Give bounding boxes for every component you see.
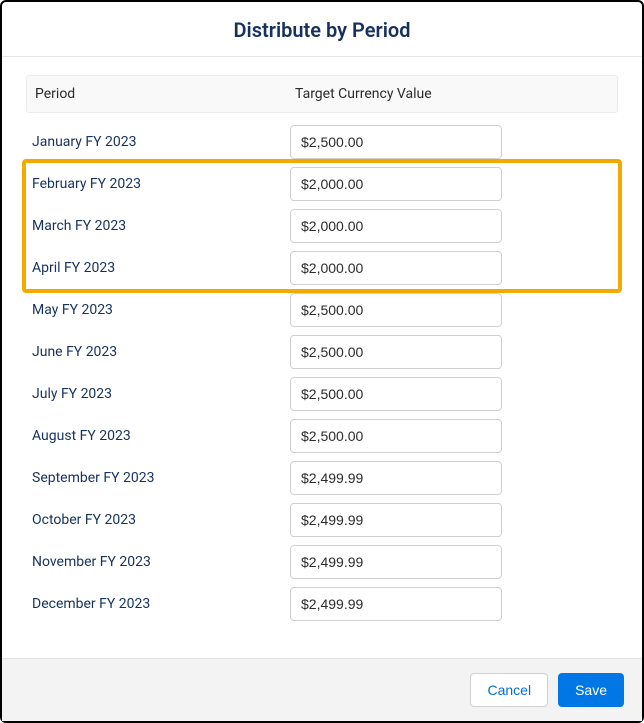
rows-wrapper: January FY 2023 February FY 2023 March FY …	[26, 121, 618, 625]
period-label: March FY 2023	[30, 218, 290, 234]
value-cell	[290, 251, 502, 285]
value-cell	[290, 167, 502, 201]
table-row: June FY 2023	[26, 331, 618, 373]
table-row: October FY 2023	[26, 499, 618, 541]
value-cell	[290, 125, 502, 159]
target-value-input[interactable]	[290, 503, 502, 537]
value-cell	[290, 419, 502, 453]
table-row: September FY 2023	[26, 457, 618, 499]
value-cell	[290, 587, 502, 621]
dialog-footer: Cancel Save	[2, 658, 642, 721]
table-row: February FY 2023	[26, 163, 618, 205]
target-value-input[interactable]	[290, 419, 502, 453]
target-value-input[interactable]	[290, 587, 502, 621]
table-row: April FY 2023	[26, 247, 618, 289]
period-label: July FY 2023	[30, 386, 290, 402]
table-row: January FY 2023	[26, 121, 618, 163]
dialog-content: Period Target Currency Value January FY …	[2, 57, 642, 658]
value-cell	[290, 503, 502, 537]
header-value: Target Currency Value	[295, 86, 609, 102]
value-cell	[290, 545, 502, 579]
value-cell	[290, 335, 502, 369]
period-label: June FY 2023	[30, 344, 290, 360]
cancel-button[interactable]: Cancel	[470, 673, 548, 707]
target-value-input[interactable]	[290, 209, 502, 243]
target-value-input[interactable]	[290, 167, 502, 201]
distribute-dialog: Distribute by Period Period Target Curre…	[0, 0, 644, 723]
table-row: August FY 2023	[26, 415, 618, 457]
target-value-input[interactable]	[290, 293, 502, 327]
period-label: February FY 2023	[30, 176, 290, 192]
period-label: January FY 2023	[30, 134, 290, 150]
target-value-input[interactable]	[290, 377, 502, 411]
target-value-input[interactable]	[290, 125, 502, 159]
value-cell	[290, 209, 502, 243]
table-row: December FY 2023	[26, 583, 618, 625]
save-button[interactable]: Save	[558, 673, 624, 707]
table-row: November FY 2023	[26, 541, 618, 583]
period-label: April FY 2023	[30, 260, 290, 276]
table-row: May FY 2023	[26, 289, 618, 331]
period-label: November FY 2023	[30, 554, 290, 570]
period-label: December FY 2023	[30, 596, 290, 612]
table-row: March FY 2023	[26, 205, 618, 247]
table-row: July FY 2023	[26, 373, 618, 415]
value-cell	[290, 293, 502, 327]
header-period: Period	[35, 86, 295, 102]
value-cell	[290, 461, 502, 495]
target-value-input[interactable]	[290, 545, 502, 579]
table-header-row: Period Target Currency Value	[26, 75, 618, 113]
period-label: September FY 2023	[30, 470, 290, 486]
period-label: May FY 2023	[30, 302, 290, 318]
value-cell	[290, 377, 502, 411]
period-label: October FY 2023	[30, 512, 290, 528]
target-value-input[interactable]	[290, 251, 502, 285]
dialog-title: Distribute by Period	[2, 2, 642, 56]
target-value-input[interactable]	[290, 335, 502, 369]
period-label: August FY 2023	[30, 428, 290, 444]
target-value-input[interactable]	[290, 461, 502, 495]
